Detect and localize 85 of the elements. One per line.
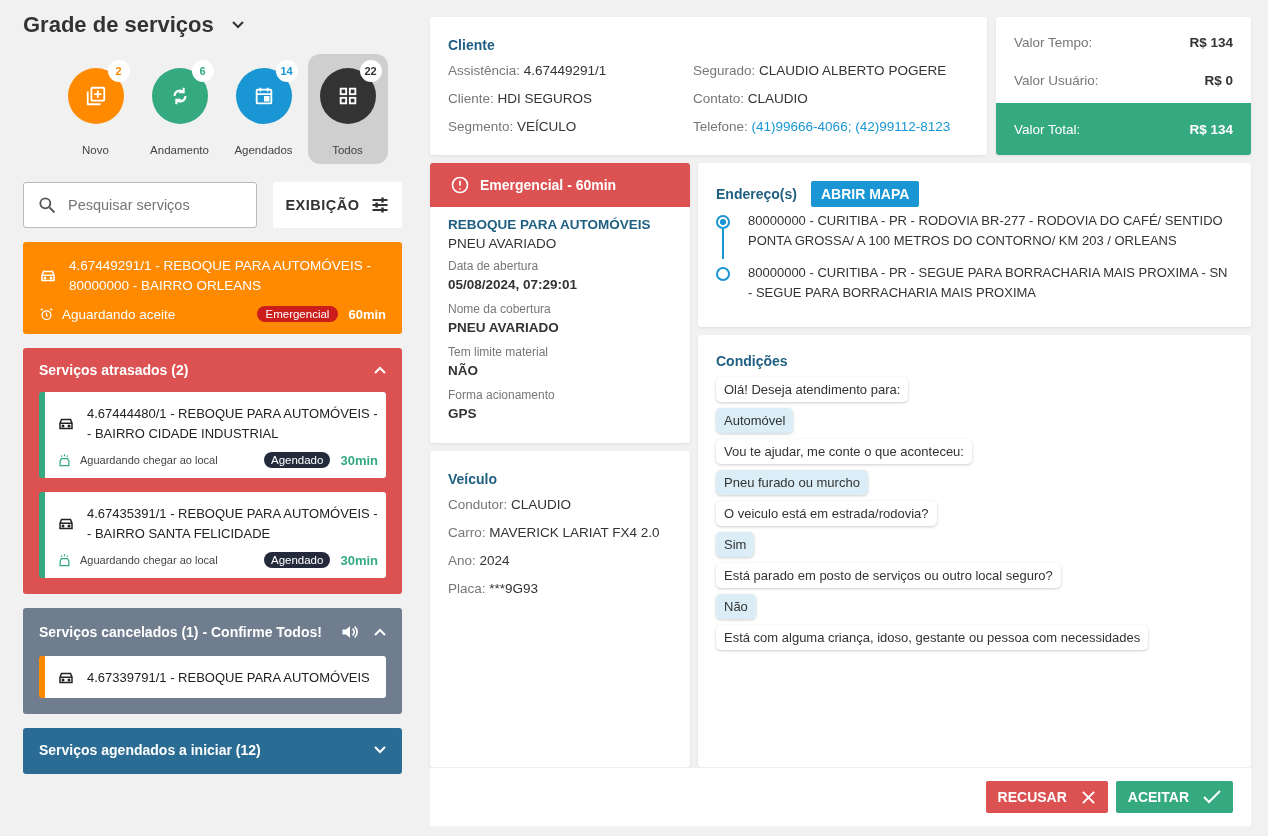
filter-tab[interactable]: 2 Novo	[55, 54, 136, 164]
field-value: 05/08/2024, 07:29:01	[448, 277, 579, 292]
banner-text: Emergencial - 60min	[480, 177, 617, 193]
address-text: 80000000 - CURITIBA - PR - RODOVIA BR-277 - RODOVIA DO CAFÉ/ SENTIDO PONTA GROSSA/ A 100 METROS DO CONTORNO/ KM 203 / ORLEANS	[748, 212, 1224, 250]
service-type: REBOQUE PARA AUTOMÓVEIS	[448, 217, 652, 232]
card-title: Endereço(s)	[716, 186, 797, 202]
search-field[interactable]: Pesquisar serviços	[23, 182, 257, 228]
service-title: 4.67339791/1 - REBOQUE PARA AUTOMÓVEIS	[87, 669, 370, 687]
service-subtype: PNEU AVARIADO	[448, 236, 558, 251]
info-field: Telefone: (41)99666-4066; (42)99112-8123	[693, 117, 969, 137]
service-card[interactable]: 4.67435391/1 - REBOQUE PARA AUTOMÓVEIS - - BAIRRO SANTA FELICIDADE Aguardando chegar ao local Agendado 30min	[39, 492, 386, 578]
info-field: Assistência: 4.67449291/1	[448, 61, 693, 81]
count-badge: 2	[107, 60, 130, 82]
address-text: 80000000 - CURITIBA - PR - SEGUE PARA BORRACHARIA MAIS PROXIMA - SN - SEGUE PARA BORRACHARIA MAIS PROXIMA	[748, 264, 1229, 302]
timeline-dot	[716, 267, 730, 281]
answer-bubble: Pneu furado ou murcho	[716, 470, 868, 495]
info-icon	[450, 175, 470, 195]
count-badge: 14	[275, 60, 298, 82]
field-label: Forma acionamento	[448, 388, 556, 402]
field-value: NÃO	[448, 363, 479, 378]
card-title: Veículo	[448, 471, 499, 487]
info-field: Condutor: CLAUDIO	[448, 495, 672, 515]
count-badge: 22	[359, 60, 382, 82]
field-label: Nome da cobertura	[448, 302, 552, 316]
card-title: Cliente	[448, 37, 496, 53]
status-text: Aguardando chegar ao local	[80, 454, 219, 466]
filter-tab[interactable]: 14 Agendados	[223, 54, 304, 164]
field-value: GPS	[448, 406, 478, 421]
field-label: Tem limite material	[448, 345, 550, 359]
field-label: Data de abertura	[448, 259, 540, 273]
info-field: Segmento: VEÍCULO	[448, 117, 693, 137]
chevron-up-icon[interactable]	[374, 628, 386, 636]
filter-tab[interactable]: 6 Andamento	[139, 54, 220, 164]
priority-badge: Emergencial	[256, 306, 339, 322]
service-title: 4.67449291/1 - REBOQUE PARA AUTOMÓVEIS - 80000000 - BAIRRO ORLEANS	[69, 257, 372, 295]
close-icon	[1080, 789, 1096, 805]
alarm-clock-icon	[39, 306, 54, 322]
car-siren-icon	[57, 452, 72, 468]
time-text: 30min	[340, 452, 378, 468]
info-field: Contato: CLAUDIO	[693, 89, 969, 109]
service-title: 4.67435391/1 - REBOQUE PARA AUTOMÓVEIS - - BAIRRO SANTA FELICIDADE	[87, 505, 378, 543]
reject-button[interactable]: RECUSAR	[985, 781, 1108, 813]
value-amount: R$ 0	[1204, 72, 1233, 88]
question-bubble: Vou te ajudar, me conte o que aconteceu:	[716, 439, 972, 464]
service-card[interactable]: 4.67444480/1 - REBOQUE PARA AUTOMÓVEIS - - BAIRRO CIDADE INDUSTRIAL Aguardando chegar ao local Agendado 30min	[39, 392, 386, 478]
chevron-down-icon[interactable]	[231, 21, 244, 29]
value-label: Valor Total:	[1014, 121, 1081, 137]
current-service-card[interactable]: 4.67449291/1 - REBOQUE PARA AUTOMÓVEIS - 80000000 - BAIRRO ORLEANS Aguardando aceite Emergencial 60min	[23, 242, 402, 334]
page-title: Grade de serviços	[23, 12, 214, 38]
info-field: Segurado: CLAUDIO ALBERTO POGERE	[693, 61, 969, 81]
info-field: Cliente: HDI SEGUROS	[448, 89, 693, 109]
service-card[interactable]: 4.67339791/1 - REBOQUE PARA AUTOMÓVEIS	[39, 656, 386, 698]
value-amount: R$ 134	[1189, 121, 1233, 137]
value-label: Valor Usuário:	[1014, 72, 1099, 88]
field-value: PNEU AVARIADO	[448, 320, 560, 335]
info-field: Ano: 2024	[448, 551, 672, 571]
info-field: Placa: ***9G93	[448, 579, 672, 599]
value-amount: R$ 134	[1189, 34, 1233, 50]
count-badge: 6	[191, 60, 214, 82]
question-bubble: Olá! Deseja atendimento para:	[716, 377, 909, 402]
question-bubble: O veiculo está em estrada/rodovia?	[716, 501, 937, 526]
display-button[interactable]: EXIBIÇÃO	[273, 182, 402, 228]
service-title: 4.67444480/1 - REBOQUE PARA AUTOMÓVEIS - - BAIRRO CIDADE INDUSTRIAL	[87, 405, 378, 443]
value-label: Valor Tempo:	[1014, 34, 1093, 50]
add-library-icon	[84, 85, 107, 107]
section-title: Serviços agendados a iniciar (12)	[39, 742, 262, 758]
time-text: 60min	[348, 306, 386, 322]
question-bubble: Está parado em posto de serviços ou outro local seguro?	[716, 563, 1061, 588]
status-badge: Agendado	[263, 452, 331, 468]
answer-bubble: Automóvel	[716, 408, 794, 433]
answer-bubble: Sim	[716, 532, 755, 557]
section-title: Serviços atrasados (2)	[39, 362, 190, 378]
chevron-up-icon[interactable]	[374, 366, 386, 374]
time-text: 30min	[340, 552, 378, 568]
checkmark-icon	[1203, 790, 1221, 804]
answer-bubble: Não	[716, 594, 756, 619]
filter-tab[interactable]: 22 Todos	[307, 54, 388, 164]
car-siren-icon	[57, 552, 72, 568]
question-bubble: Está com alguma criança, idoso, gestante ou pessoa com necessidades	[716, 625, 1149, 650]
info-field: Carro: MAVERICK LARIAT FX4 2.0	[448, 523, 672, 543]
card-title: Condições	[716, 353, 789, 369]
status-badge: Agendado	[263, 552, 331, 568]
status-text: Aguardando chegar ao local	[80, 554, 219, 566]
section-title: Serviços cancelados (1) - Confirme Todos!	[39, 624, 323, 640]
status-text: Aguardando aceite	[62, 306, 177, 322]
